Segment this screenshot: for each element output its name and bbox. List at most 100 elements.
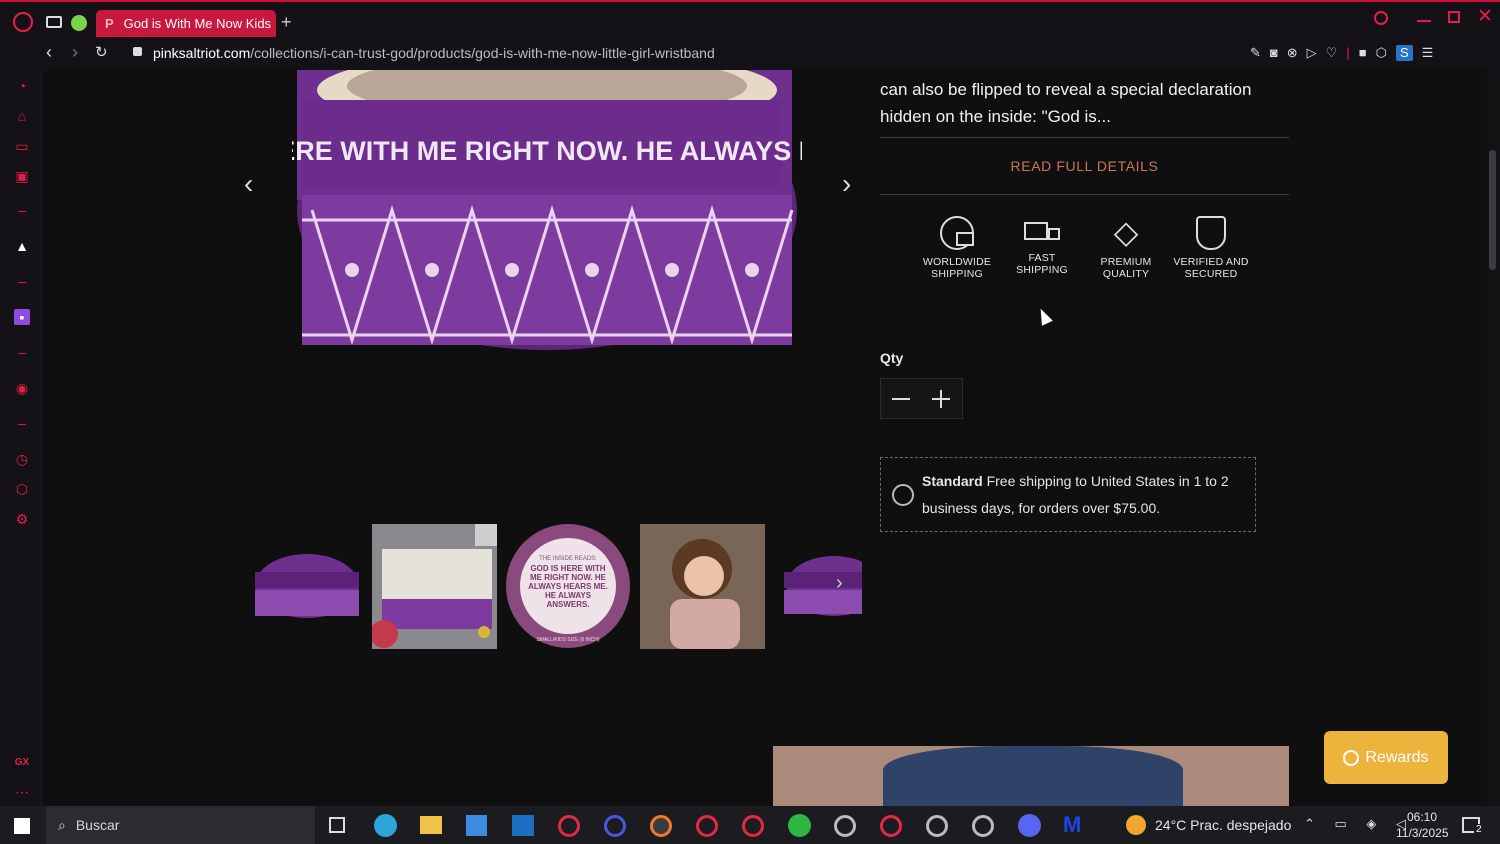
opera-taskbar-icon[interactable] (742, 815, 764, 837)
weather-text[interactable]: 24°C Prac. despejado (1155, 817, 1291, 833)
clock-date[interactable]: 11/3/2025 (1396, 826, 1449, 840)
shipping-text-2: business days, for orders over $75.00. (922, 500, 1161, 516)
forward-button[interactable]: › (72, 42, 78, 63)
lock-icon (133, 47, 142, 56)
thumbnail-2[interactable] (372, 524, 497, 649)
opera-taskbar-icon[interactable] (604, 815, 626, 837)
rewards-button[interactable]: Rewards (1324, 731, 1448, 784)
discord-icon[interactable] (1018, 814, 1041, 837)
globe-box-icon (940, 216, 974, 250)
url-domain: pinksaltriot.com (153, 45, 251, 61)
product-description-line2: hidden on the inside: "God is... (880, 107, 1111, 126)
block-icon[interactable]: ⊗ (1287, 45, 1298, 61)
feature-fast-shipping: FAST SHIPPING (997, 216, 1087, 276)
sidebar-divider: – (18, 273, 26, 289)
diamond-icon: ◇ (1113, 214, 1139, 250)
edge-icon[interactable] (374, 814, 397, 837)
extensions-icon[interactable]: ⬡ (14, 481, 30, 497)
store-icon[interactable] (466, 815, 487, 836)
plus-vertical (940, 390, 942, 408)
m-app-icon[interactable]: M (1063, 812, 1081, 838)
divider (880, 194, 1289, 195)
tab-overview-icon[interactable] (46, 16, 62, 28)
opera-taskbar-icon[interactable] (834, 815, 856, 837)
thumbnail-3[interactable]: THE INSIDE READS: GOD IS HERE WITH ME RI… (506, 524, 631, 649)
feature-worldwide-shipping: WORLDWIDE SHIPPING (912, 216, 1002, 280)
url-field[interactable]: pinksaltriot.com/collections/i-can-trust… (153, 45, 715, 61)
toolbar-icons: ✎ ◙ ⊗ ▷ ♡ | ■ ⬡ S ☰ (1250, 45, 1433, 61)
opera-taskbar-icon-active[interactable] (650, 815, 672, 837)
clock-icon (892, 484, 914, 506)
speed-dial-icon[interactable]: ◔ (14, 78, 30, 94)
feature-label-1: WORLDWIDE (922, 256, 992, 268)
weather-icon (1126, 815, 1146, 835)
sidebar-divider: – (18, 415, 26, 431)
outlook-icon[interactable] (512, 815, 534, 836)
start-icon[interactable] (14, 818, 30, 834)
heart-icon[interactable]: ♡ (1326, 45, 1338, 61)
aria-icon[interactable]: ▲ (14, 238, 30, 254)
shopping-icon[interactable]: ⌂ (14, 108, 30, 124)
whatsapp-icon[interactable] (788, 814, 811, 837)
opera-taskbar-icon[interactable] (880, 815, 902, 837)
opera-gx-taskbar-icon[interactable] (558, 815, 580, 837)
close-window-button[interactable]: ✕ (1477, 5, 1493, 28)
thumbnails-next-button[interactable]: › (836, 572, 843, 595)
reload-button[interactable]: ↻ (95, 43, 108, 61)
shipping-text-1: Free shipping to United States in 1 to 2 (986, 473, 1229, 489)
play-icon[interactable]: ▷ (1307, 45, 1317, 61)
thumb-circle-text: GOD IS HERE WITH ME RIGHT NOW. HE ALWAYS… (528, 564, 608, 609)
history-icon[interactable]: ◷ (14, 451, 30, 467)
feature-label-1b: SHIPPING (931, 268, 983, 280)
shield-lock-icon (1196, 216, 1226, 250)
url-path: /collections/i-can-trust-god/products/go… (250, 45, 715, 61)
feature-label-2b: SHIPPING (1016, 264, 1068, 276)
thumbnail-4[interactable] (640, 524, 765, 649)
carousel-next-button[interactable]: › (842, 170, 851, 198)
player-icon[interactable]: ◉ (14, 380, 30, 396)
settings-icon[interactable]: ⚙ (14, 511, 30, 527)
menu-icon[interactable]: ☰ (1422, 45, 1434, 61)
qty-decrease-button[interactable] (892, 398, 910, 400)
new-tab-button[interactable]: + (281, 12, 292, 33)
main-product-image[interactable]: HERE WITH ME RIGHT NOW. HE ALWAYS HE (292, 70, 802, 360)
opera-logo-icon[interactable] (13, 12, 33, 32)
read-full-details-link[interactable]: READ FULL DETAILS (880, 158, 1289, 174)
thumbnail-1[interactable] (247, 524, 372, 649)
twitch-icon[interactable]: ▪ (14, 309, 30, 325)
vpn-icon[interactable] (71, 15, 87, 31)
file-explorer-icon[interactable] (420, 816, 442, 834)
page-scrollbar[interactable] (1487, 70, 1500, 806)
extension-icon[interactable]: ■ (1359, 45, 1367, 61)
camera-icon[interactable]: ◙ (1270, 45, 1278, 61)
sidebar: ◔ ⌂ ▭ ▣ – ▲ – ▪ – ◉ – ◷ ⬡ ⚙ GX ⋯ (0, 70, 42, 806)
edit-icon[interactable]: ✎ (1250, 45, 1261, 61)
qty-label: Qty (880, 350, 904, 366)
cube-icon[interactable]: ⬡ (1376, 45, 1387, 61)
tab-active[interactable]: P God is With Me Now Kids (96, 10, 276, 37)
gx-corner-icon[interactable]: ▣ (14, 168, 30, 184)
task-view-icon[interactable] (329, 817, 345, 833)
product-description-line1: can also be flipped to reveal a special … (880, 80, 1252, 99)
tab-favicon: P (105, 16, 114, 31)
gx-icon[interactable]: GX (14, 755, 30, 771)
band-text: HERE WITH ME RIGHT NOW. HE ALWAYS HE (292, 136, 802, 166)
profile-avatar[interactable]: S (1395, 45, 1413, 61)
lifestyle-image[interactable] (773, 746, 1289, 806)
minimize-button[interactable] (1417, 20, 1431, 22)
taskbar-search[interactable]: ⌕ Buscar (46, 806, 315, 844)
maximize-button[interactable] (1448, 11, 1460, 23)
rewards-icon (1343, 749, 1360, 766)
opera-taskbar-icon[interactable] (696, 815, 718, 837)
scrollbar-thumb[interactable] (1489, 150, 1496, 270)
carousel-prev-button[interactable]: ‹ (244, 170, 253, 198)
gaming-icon[interactable]: ▭ (14, 138, 30, 154)
clock-time[interactable]: 06:10 (1407, 810, 1437, 824)
opera-taskbar-icon[interactable] (972, 815, 994, 837)
search-tabs-icon[interactable] (1374, 11, 1388, 25)
opera-taskbar-icon[interactable] (926, 815, 948, 837)
more-icon[interactable]: ⋯ (14, 784, 30, 800)
back-button[interactable]: ‹ (46, 42, 52, 63)
divider (880, 137, 1289, 138)
thumbnail-5[interactable]: › (784, 524, 862, 649)
